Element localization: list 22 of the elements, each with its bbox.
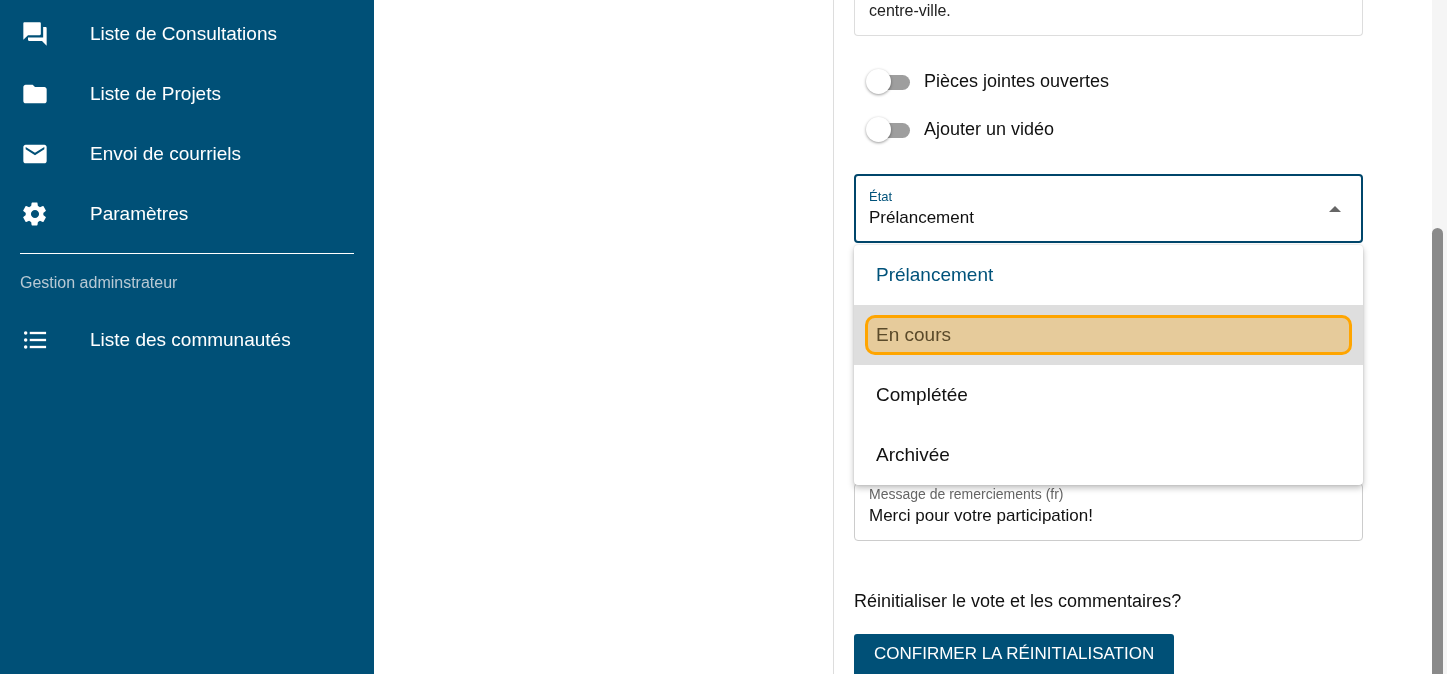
dropdown-option[interactable]: En cours [854,305,1363,366]
chat-icon [21,20,49,48]
toggle-label: Ajouter un vidéo [924,119,1055,141]
reset-question: Réinitialiser le vote et les commentaires? [854,591,1183,612]
toggle-switch[interactable] [866,68,910,95]
toggle-label: Pièces jointes ouvertes [924,71,1110,93]
nav-item[interactable]: Paramètres [20,184,354,244]
dropdown-option[interactable]: Prélancement [854,245,1363,306]
scrollbar[interactable] [1432,228,1443,674]
nav-item[interactable]: Liste de Projets [20,64,354,124]
nav-item[interactable]: Liste des communautés [20,310,354,370]
nav-item[interactable]: Envoi de courriels [20,124,354,184]
toggle-switch[interactable] [866,117,910,143]
section-title: Gestion adminstrateur [20,274,179,292]
caret-icon [1329,205,1341,212]
nav-item[interactable]: Liste de Consultations [20,4,354,64]
settings-icon [21,200,49,228]
dropdown-option[interactable]: Archivée [854,425,1363,486]
dropdown-option[interactable]: Complétée [854,365,1363,426]
description-field[interactable]: centre-ville. [854,0,1363,36]
confirm-reset-button[interactable]: CONFIRMER LA RÉINITIALISATION [854,634,1175,674]
state-select[interactable]: État Prélancement [854,174,1363,244]
